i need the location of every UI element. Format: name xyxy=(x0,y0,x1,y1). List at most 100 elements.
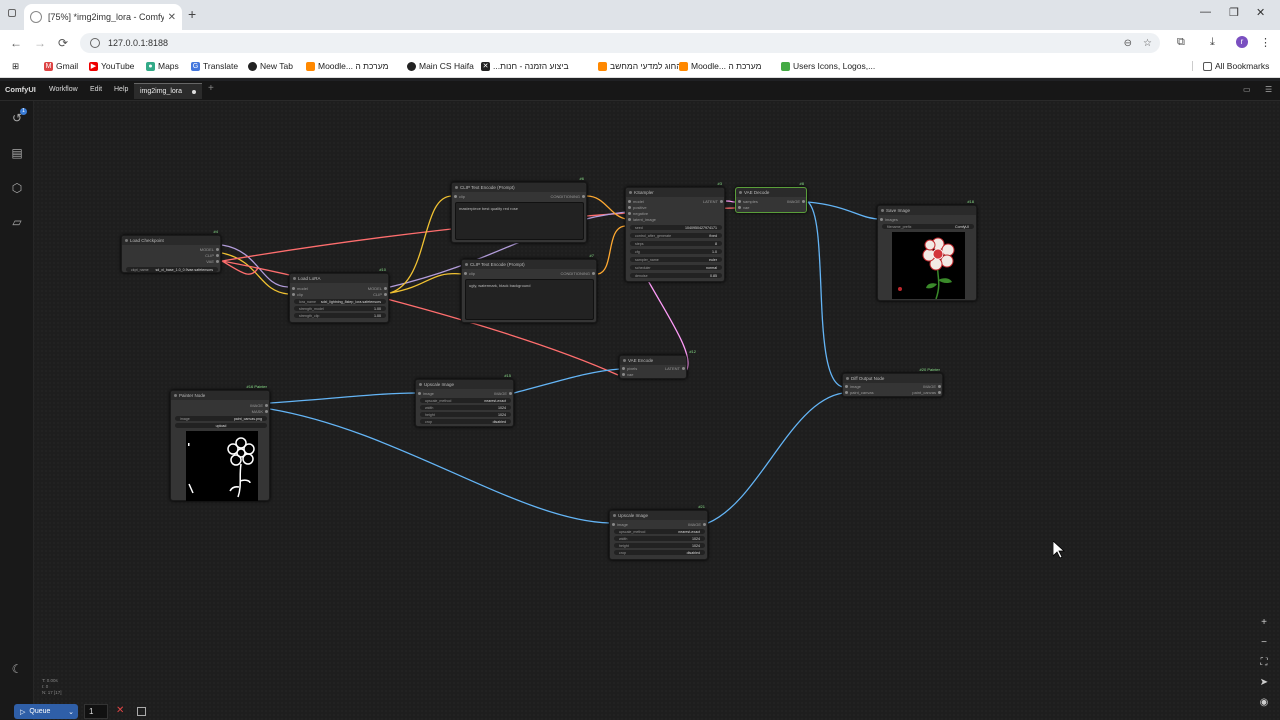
input-clip[interactable]: clip xyxy=(453,194,465,199)
browser-menu-icon[interactable]: ⋮ xyxy=(1260,36,1271,49)
back-icon[interactable]: ← xyxy=(10,36,22,50)
output-image[interactable]: IMAGE xyxy=(688,522,706,527)
upload-button[interactable]: upload xyxy=(175,423,267,428)
node-clip-text-negative[interactable]: CLIP Text Encode (Prompt) #7 clip CONDIT… xyxy=(461,253,597,323)
output-conditioning[interactable]: CONDITIONING xyxy=(550,194,585,199)
control-after-generate-widget[interactable]: control_after_generate fixed xyxy=(630,233,722,238)
input-images[interactable]: images xyxy=(880,217,898,222)
seed-widget[interactable]: seed 1040950427974171 xyxy=(630,225,722,230)
output-image[interactable]: IMAGE xyxy=(787,199,805,204)
forward-icon[interactable]: → xyxy=(34,36,46,50)
node-vae-decode[interactable]: VAE Decode #8 samples vae IMAGE xyxy=(735,181,807,213)
bookmark-new-tab[interactable]: New Tab xyxy=(248,61,293,71)
bookmark-translate[interactable]: G Translate xyxy=(191,61,238,71)
download-icon[interactable]: ⤓ xyxy=(1210,36,1215,49)
input-vae[interactable]: vae xyxy=(737,205,749,210)
output-clip[interactable]: CLIP xyxy=(373,292,387,297)
reload-icon[interactable]: ⟳ xyxy=(58,36,68,50)
bookmark-star-icon[interactable]: ☆ xyxy=(1143,38,1152,49)
width-widget[interactable]: width 1024 xyxy=(614,536,705,541)
input-image[interactable]: image xyxy=(612,522,628,527)
output-latent[interactable]: LATENT xyxy=(665,366,686,371)
restore-icon[interactable]: ❐ xyxy=(1229,6,1239,19)
input-image[interactable]: image xyxy=(845,384,861,389)
zoom-in-icon[interactable]: + xyxy=(1258,617,1270,629)
lora-name-widget[interactable]: lora_name sdxl_lightning_8step_lora.safet… xyxy=(294,299,386,304)
node-load-lora[interactable]: Load LoRA #10 model clip MODEL CLIP lora… xyxy=(289,267,389,323)
bookmark-maps[interactable]: ● Maps xyxy=(146,61,179,71)
output-mask[interactable]: MASK xyxy=(252,409,269,414)
bookmark-cs-dept[interactable]: החוג למדעי המחשב xyxy=(598,61,682,71)
output-vae[interactable]: VAE xyxy=(206,259,219,264)
tab-search-icon[interactable] xyxy=(8,9,16,17)
bookmark-youtube[interactable]: ▶ YouTube xyxy=(89,61,134,71)
strength-model-widget[interactable]: strength_model 1.00 xyxy=(294,306,386,311)
node-load-checkpoint[interactable]: Load Checkpoint #4 MODEL CLIP VAE ckpt_n… xyxy=(121,229,221,273)
stop-icon[interactable] xyxy=(137,707,146,716)
input-paint-canvas[interactable]: paint_canvas xyxy=(845,390,874,395)
output-latent[interactable]: LATENT xyxy=(703,199,724,204)
upscale-method-widget[interactable]: upscale_method nearest-exact xyxy=(420,398,511,403)
node-diff-output[interactable]: Diff Output Node #20 Painter image paint… xyxy=(842,367,943,397)
crop-widget[interactable]: crop disabled xyxy=(614,550,705,555)
close-window-icon[interactable]: ✕ xyxy=(1256,6,1265,19)
input-model[interactable]: model xyxy=(628,199,644,204)
input-clip[interactable]: clip xyxy=(291,292,303,297)
output-model[interactable]: MODEL xyxy=(368,286,388,291)
apps-grid-icon[interactable]: ⊞ xyxy=(12,61,19,72)
node-clip-text-positive[interactable]: CLIP Text Encode (Prompt) #6 clip CONDIT… xyxy=(451,176,587,243)
output-image[interactable]: IMAGE xyxy=(923,384,941,389)
close-tab-icon[interactable]: ✕ xyxy=(168,12,176,23)
site-info-icon[interactable] xyxy=(90,38,100,48)
cfg-widget[interactable]: cfg 1.0 xyxy=(630,249,722,254)
queue-button[interactable]: ▷ Queue ⌄ xyxy=(14,704,78,719)
fit-view-icon[interactable]: ⛶ xyxy=(1258,657,1270,669)
node-painter-load-image[interactable]: Painter Node #16 Painter IMAGE MASK imag… xyxy=(170,384,270,501)
strength-clip-widget[interactable]: strength_clip 1.00 xyxy=(294,313,386,318)
minimize-icon[interactable]: — xyxy=(1200,6,1211,18)
upscale-method-widget[interactable]: upscale_method nearest-exact xyxy=(614,529,705,534)
input-latent-image[interactable]: latent_image xyxy=(628,217,656,222)
bookmark-order[interactable]: ✕ ...ביצוע הזמנה - חנות xyxy=(481,61,569,71)
scheduler-widget[interactable]: scheduler normal xyxy=(630,265,722,270)
zoom-icon[interactable]: ⊖ xyxy=(1124,38,1132,49)
extensions-icon[interactable]: ⧉ xyxy=(1177,36,1185,49)
input-image[interactable]: image xyxy=(418,391,434,396)
sampler-name-widget[interactable]: sampler_name euler xyxy=(630,257,722,262)
eye-icon[interactable]: ◉ xyxy=(1258,697,1270,709)
pointer-icon[interactable]: ➤ xyxy=(1258,677,1270,689)
node-save-image[interactable]: Save Image #18 images filename_prefix Com… xyxy=(877,199,977,301)
all-bookmarks[interactable]: All Bookmarks xyxy=(1192,61,1269,71)
input-clip[interactable]: clip xyxy=(463,271,475,276)
batch-count-input[interactable]: 1 xyxy=(84,704,108,719)
profile-avatar[interactable]: r xyxy=(1236,36,1248,48)
bookmark-main-cs-haifa[interactable]: Main CS Haifa xyxy=(407,61,474,71)
chevron-down-icon[interactable]: ⌄ xyxy=(68,708,74,716)
output-clip[interactable]: CLIP xyxy=(205,253,219,258)
bookmark-moodle-1[interactable]: Moodle... מערכת ה xyxy=(306,61,388,71)
height-widget[interactable]: height 1024 xyxy=(420,412,511,417)
output-model[interactable]: MODEL xyxy=(200,247,220,252)
ckpt-name-widget[interactable]: ckpt_name sd_xl_base_1.0_0.9vae.safetenso… xyxy=(126,267,218,272)
filename-prefix-widget[interactable]: filename_prefix ComfyUI xyxy=(882,224,974,229)
node-upscale-image-1[interactable]: Upscale Image #15 image IMAGE upscale_me… xyxy=(415,373,514,427)
image-select-widget[interactable]: image paint_canvas.png xyxy=(175,416,267,421)
output-paint-canvas[interactable]: paint_canvas xyxy=(912,390,941,395)
input-samples[interactable]: samples xyxy=(738,199,758,204)
zoom-out-icon[interactable]: − xyxy=(1258,637,1270,649)
input-vae[interactable]: vae xyxy=(621,372,633,377)
output-image[interactable]: IMAGE xyxy=(494,391,512,396)
height-widget[interactable]: height 1024 xyxy=(614,543,705,548)
crop-widget[interactable]: crop disabled xyxy=(420,419,511,424)
cancel-icon[interactable]: ✕ xyxy=(116,705,124,716)
width-widget[interactable]: width 1024 xyxy=(420,405,511,410)
input-pixels[interactable]: pixels xyxy=(621,366,637,371)
bookmark-users-icons[interactable]: Users Icons, Logos,... xyxy=(781,61,875,71)
output-conditioning[interactable]: CONDITIONING xyxy=(560,271,595,276)
node-upscale-image-2[interactable]: Upscale Image #21 image IMAGE upscale_me… xyxy=(609,504,708,560)
steps-widget[interactable]: steps 8 xyxy=(630,241,722,246)
input-positive[interactable]: positive xyxy=(628,205,647,210)
bookmark-moodle-2[interactable]: Moodle... מערכת ה xyxy=(679,61,761,71)
bookmark-gmail[interactable]: M Gmail xyxy=(44,61,78,71)
url-bar[interactable]: 127.0.0.1:8188 ⊖ ☆ xyxy=(80,33,1160,53)
